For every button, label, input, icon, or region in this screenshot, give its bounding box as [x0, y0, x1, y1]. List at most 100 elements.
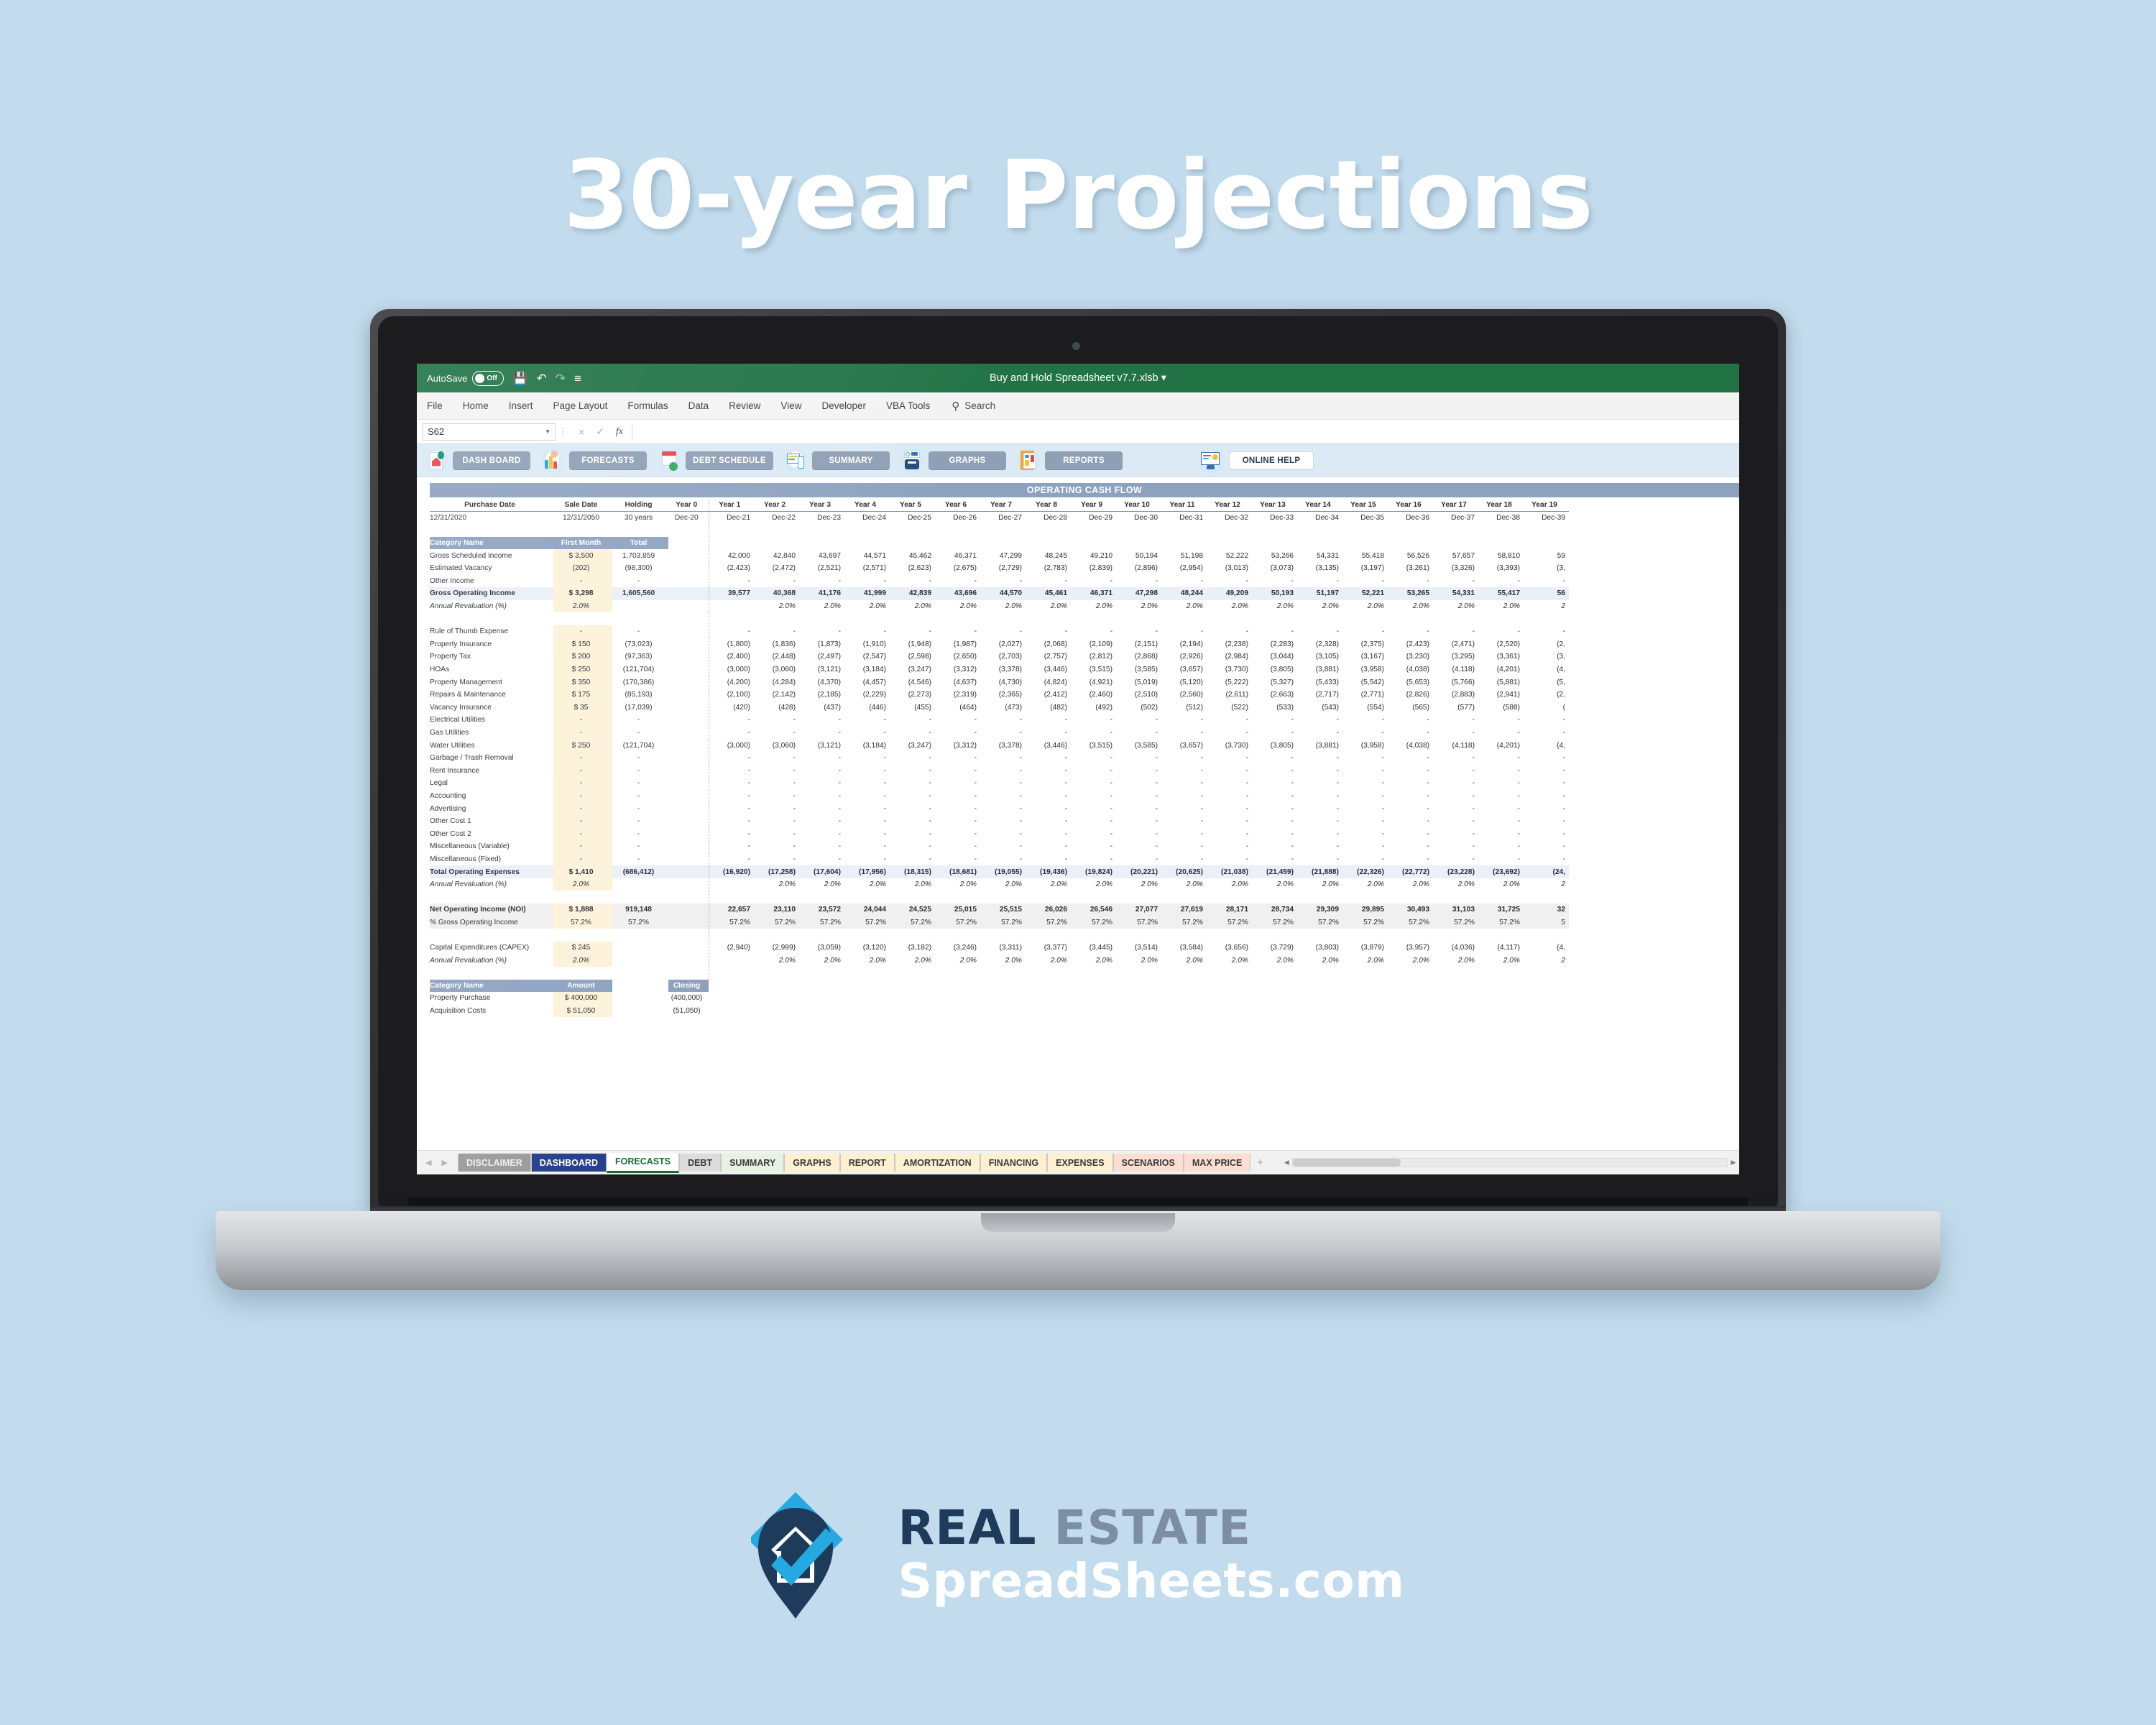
document-title-chevron-down-icon[interactable]: ▾: [1161, 372, 1166, 384]
sheet-tab-amortization[interactable]: AMORTIZATION: [894, 1154, 980, 1172]
sheet-nav-arrows[interactable]: ◀ ▶: [421, 1158, 458, 1167]
cell-year-6: 46,371: [954, 551, 977, 560]
cell-year-15: (2,771): [1360, 691, 1384, 699]
cell-year-10: (3,514): [1134, 944, 1158, 952]
sheet-tab-report[interactable]: REPORT: [839, 1154, 895, 1172]
sheet-tab-summary[interactable]: SUMMARY: [721, 1154, 785, 1172]
cell-year-6: 2.0%: [959, 956, 977, 965]
cell-year-7: (3,378): [998, 741, 1022, 750]
formula-input[interactable]: [632, 423, 1739, 441]
cell-year-4: -: [883, 842, 886, 851]
row-label: Annual Revaluation (%): [430, 602, 507, 611]
cell-year-2: -: [793, 779, 796, 788]
ribbon-tab-review[interactable]: Review: [719, 397, 770, 415]
chevron-down-icon[interactable]: ▼: [545, 428, 550, 435]
cell-year-2: -: [793, 716, 796, 724]
cell-year-10: 2.0%: [1141, 602, 1158, 611]
cell-year-5: -: [929, 804, 931, 813]
sheet-tab-dashboard[interactable]: DASHBOARD: [530, 1154, 607, 1172]
cell-year-16: -: [1427, 791, 1429, 800]
ribbon-tab-home[interactable]: Home: [453, 397, 499, 415]
sheet-tab-forecasts[interactable]: FORECASTS: [606, 1152, 680, 1173]
ribbon-tab-page-layout[interactable]: Page Layout: [543, 397, 618, 415]
table-section-header-row: Category Name First Month Total: [430, 536, 1569, 550]
name-box[interactable]: S62 ▼: [423, 423, 556, 441]
cell-year-2: -: [793, 754, 796, 763]
cell-year-13: 2.0%: [1276, 602, 1294, 611]
cell-year-5: 2.0%: [914, 880, 931, 889]
row-label: Other Cost 2: [430, 829, 471, 838]
ribbon-tab-developer[interactable]: Developer: [811, 397, 876, 415]
cell-year-10: -: [1155, 627, 1158, 636]
sheet-tab-debt[interactable]: DEBT: [679, 1154, 722, 1172]
sheet-nav-next-icon[interactable]: ▶: [441, 1158, 447, 1167]
sheet-tab-max-price[interactable]: MAX PRICE: [1183, 1154, 1251, 1172]
confirm-formula-icon[interactable]: ✓: [596, 426, 604, 438]
ribbon-tab-data[interactable]: Data: [678, 397, 719, 415]
cell-year-1: (1,800): [708, 638, 754, 651]
macro-button-forecasts[interactable]: FORECASTS: [569, 451, 647, 470]
cell-year-8: -: [1064, 779, 1067, 788]
cell-year-18: (3,361): [1496, 653, 1520, 661]
sheet-tab-financing[interactable]: FINANCING: [980, 1154, 1048, 1172]
horizontal-scrollbar[interactable]: ◀ ▶: [1281, 1157, 1739, 1168]
ribbon-tab-insert[interactable]: Insert: [499, 397, 543, 415]
table-row: Other Income - - - - - - - - - - - - - - - - - - - - -: [430, 574, 1569, 588]
col-header-year-6: Year 6: [935, 499, 980, 512]
cell-year-5: (2,623): [908, 564, 931, 573]
cell-year-9: (2,839): [1089, 564, 1112, 573]
macro-button-dashboard[interactable]: DASH BOARD: [453, 451, 530, 470]
cell-year-17: -: [1472, 766, 1475, 775]
cell-year-9: -: [1110, 779, 1112, 788]
ribbon-tab-file[interactable]: File: [417, 397, 453, 415]
cell-year-1: (3,000): [708, 739, 754, 752]
cell-year-7: -: [1019, 576, 1022, 585]
cell-year-9: 46,371: [1089, 589, 1112, 598]
cell-year-10: 47,298: [1135, 589, 1158, 598]
sheet-tab-disclaimer[interactable]: DISCLAIMER: [457, 1154, 531, 1172]
add-sheet-button[interactable]: +: [1250, 1156, 1269, 1169]
cell-year-11: -: [1200, 627, 1203, 636]
macro-button-debt-schedule[interactable]: DEBT SCHEDULE: [686, 451, 773, 470]
cell-year-18: 2.0%: [1503, 602, 1520, 611]
col-header-total: Total: [612, 536, 668, 550]
cell-year-19: -: [1562, 716, 1565, 724]
macro-button-online-help[interactable]: ONLINE HELP: [1229, 451, 1314, 470]
sheet-tab-graphs[interactable]: GRAPHS: [784, 1154, 840, 1172]
macro-button-reports[interactable]: REPORTS: [1045, 451, 1123, 470]
clipboard-report-icon: [1018, 448, 1039, 473]
cell-total: -: [637, 728, 640, 737]
scroll-left-icon[interactable]: ◀: [1281, 1159, 1292, 1167]
cell-year-12: -: [1245, 804, 1248, 813]
cancel-formula-icon[interactable]: ×: [579, 426, 584, 438]
cell-total: (686,412): [622, 868, 655, 876]
table-row: Net Operating Income (NOI) $ 1,888 919,148…: [430, 903, 1569, 916]
table-row: Vacancy Insurance $ 35 (17,039) (420) (428) (…: [430, 701, 1569, 714]
cell-year-4: -: [883, 855, 886, 863]
cell-year-12: -: [1245, 855, 1248, 863]
cell-year-19: (5,: [1557, 678, 1565, 686]
sheet-nav-prev-icon[interactable]: ◀: [425, 1158, 431, 1167]
ribbon-tab-formulas[interactable]: Formulas: [617, 397, 678, 415]
macro-button-summary[interactable]: SUMMARY: [812, 451, 890, 470]
cell-year-19: -: [1562, 855, 1565, 863]
cell-year-16: 56,526: [1406, 551, 1429, 560]
sheet-tab-scenarios[interactable]: SCENARIOS: [1112, 1154, 1184, 1172]
scroll-right-icon[interactable]: ▶: [1728, 1159, 1739, 1167]
ribbon-tab-vba-tools[interactable]: VBA Tools: [876, 397, 940, 415]
cell-year-9: (2,812): [1089, 653, 1112, 661]
macro-button-graphs[interactable]: GRAPHS: [929, 451, 1006, 470]
cell-year-19: -: [1562, 791, 1565, 800]
scrollbar-track[interactable]: [1292, 1158, 1728, 1167]
ribbon-tab-view[interactable]: View: [770, 397, 811, 415]
ribbon-search[interactable]: ⚲ Search: [940, 400, 995, 413]
cell-year-date-8: Dec-28: [1044, 514, 1067, 523]
sheet-tab-expenses[interactable]: EXPENSES: [1047, 1154, 1113, 1172]
scrollbar-thumb[interactable]: [1293, 1159, 1401, 1167]
cell-year-18: -: [1517, 829, 1520, 838]
cell-year-19: (4,: [1557, 666, 1565, 674]
cell-first-month: -: [553, 714, 612, 727]
row-label: Annual Revaluation (%): [430, 956, 507, 965]
insert-function-icon[interactable]: fx: [616, 426, 623, 438]
cell-year-10: (20,221): [1130, 868, 1158, 876]
